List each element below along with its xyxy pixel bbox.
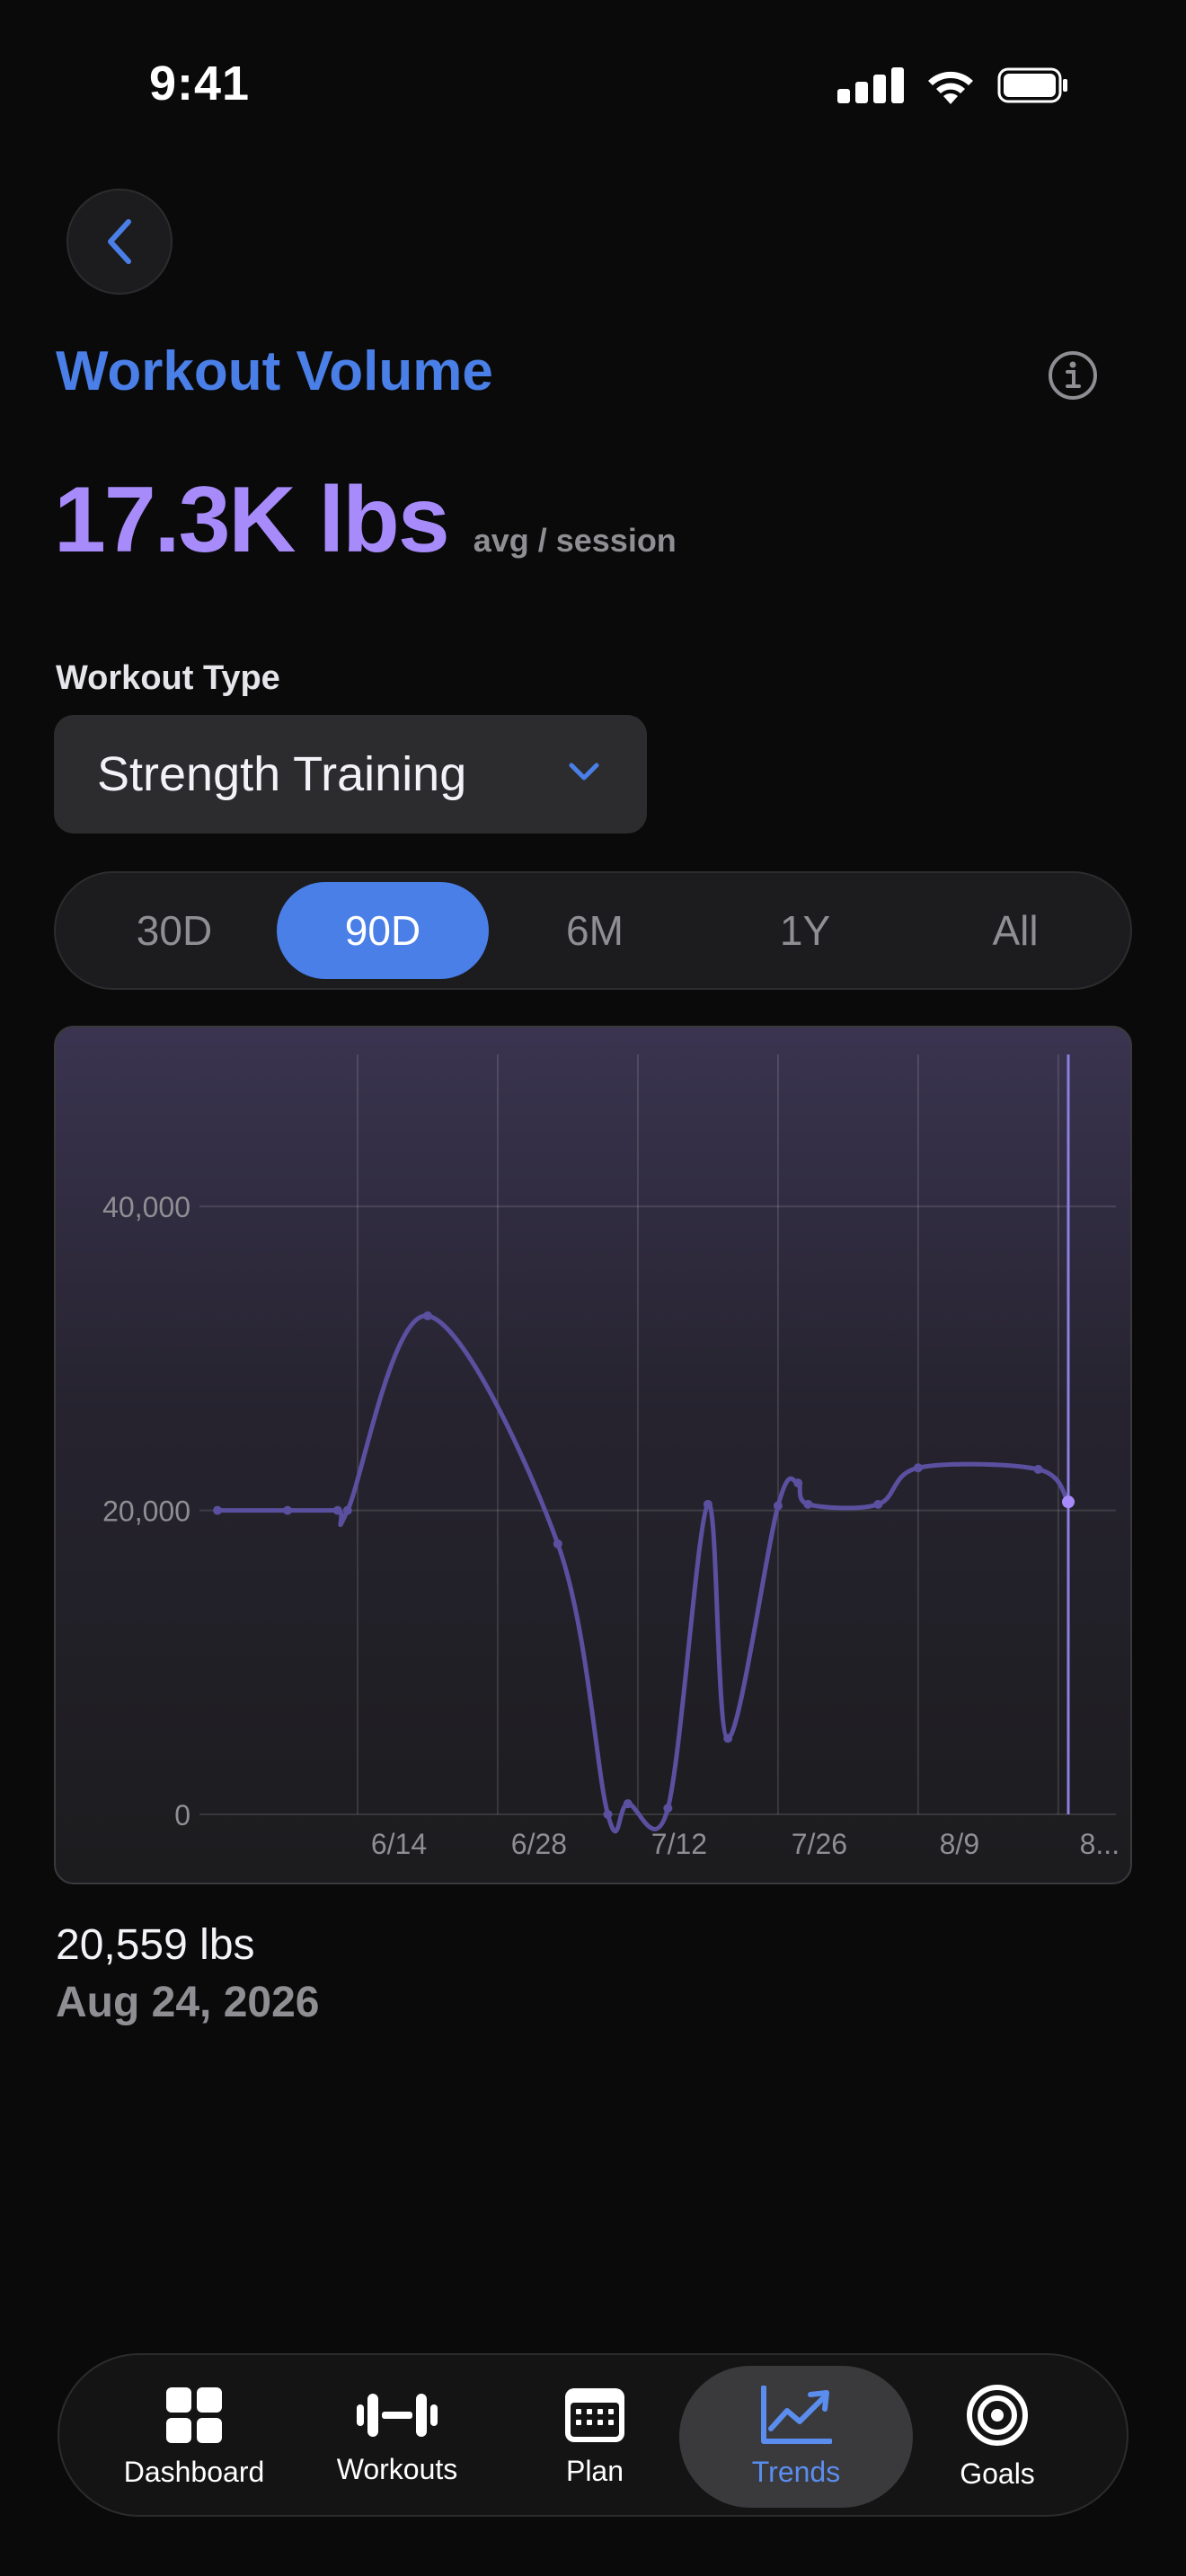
tab-plan[interactable]: Plan xyxy=(478,2366,712,2508)
workout-type-label: Workout Type xyxy=(56,659,280,697)
data-point xyxy=(793,1478,803,1488)
calendar-icon xyxy=(565,2387,624,2442)
range-all[interactable]: All xyxy=(909,882,1121,979)
x-tick-label: 8/9 xyxy=(940,1828,979,1860)
status-bar: 9:41 xyxy=(0,0,1186,171)
target-icon xyxy=(967,2384,1028,2446)
workout-type-value: Strength Training xyxy=(97,747,467,801)
range-90d[interactable]: 90D xyxy=(277,882,489,979)
data-point xyxy=(703,1499,712,1509)
data-point xyxy=(213,1505,222,1515)
data-point xyxy=(282,1505,292,1515)
trend-chart-icon xyxy=(761,2385,832,2444)
chevron-left-icon xyxy=(108,219,131,264)
tab-dashboard[interactable]: Dashboard xyxy=(77,2366,311,2508)
tab-label: Plan xyxy=(565,2454,624,2487)
data-point xyxy=(332,1505,342,1515)
range-1y[interactable]: 1Y xyxy=(699,882,911,979)
data-point xyxy=(803,1499,813,1509)
data-point xyxy=(422,1311,432,1321)
chart-svg: 0 20,000 40,000 6/14 6/28 7/12 7/26 8/9 8... xyxy=(102,1054,1120,1860)
tab-label: Trends xyxy=(751,2455,841,2488)
battery-icon xyxy=(997,67,1067,103)
data-point xyxy=(342,1505,352,1515)
range-segmented-control: 30D 90D 6M 1Y All xyxy=(54,871,1132,990)
data-point xyxy=(603,1810,613,1819)
selected-point xyxy=(1062,1495,1075,1509)
series-line xyxy=(215,1313,1071,1834)
data-point xyxy=(1033,1464,1043,1474)
x-tick-label: 6/28 xyxy=(511,1828,567,1860)
tab-label: Workouts xyxy=(336,2452,458,2485)
y-tick-label: 20,000 xyxy=(102,1495,190,1528)
tab-bar: Dashboard Workouts Plan Trends Goals xyxy=(58,2353,1128,2517)
data-point xyxy=(553,1539,562,1548)
tab-label: Goals xyxy=(960,2457,1035,2490)
data-point xyxy=(913,1463,923,1473)
metric-unit: avg / session xyxy=(473,522,677,559)
tab-trends[interactable]: Trends xyxy=(679,2366,913,2508)
y-tick-label: 40,000 xyxy=(102,1191,190,1223)
metric-value: 17.3K lbs xyxy=(54,468,450,572)
data-point xyxy=(773,1501,783,1511)
metric-summary: 17.3K lbs avg / session xyxy=(54,467,677,574)
status-icons xyxy=(837,66,1069,104)
data-point xyxy=(723,1734,733,1743)
x-tick-label: 7/12 xyxy=(651,1828,707,1860)
selected-date: Aug 24, 2026 xyxy=(56,1979,320,2026)
x-tick-label: 6/14 xyxy=(371,1828,427,1860)
data-point xyxy=(623,1799,633,1809)
range-6m[interactable]: 6M xyxy=(489,882,701,979)
selected-value: 20,559 lbs xyxy=(56,1921,255,1969)
chevron-down-icon xyxy=(569,763,599,781)
x-tick-label: 8... xyxy=(1080,1828,1120,1860)
data-point xyxy=(873,1499,883,1509)
dumbbell-icon xyxy=(357,2393,438,2437)
tab-goals[interactable]: Goals xyxy=(881,2366,1114,2508)
range-30d[interactable]: 30D xyxy=(68,882,280,979)
y-tick-label: 0 xyxy=(174,1799,190,1831)
x-tick-label: 7/26 xyxy=(792,1828,847,1860)
workout-type-dropdown[interactable]: Strength Training xyxy=(54,715,647,834)
data-point xyxy=(663,1804,673,1813)
status-time: 9:41 xyxy=(149,57,251,110)
tab-label: Dashboard xyxy=(123,2455,265,2488)
info-button[interactable] xyxy=(1046,348,1100,402)
volume-chart[interactable]: 0 20,000 40,000 6/14 6/28 7/12 7/26 8/9 8... xyxy=(54,1026,1132,1884)
wifi-icon xyxy=(928,71,973,104)
grid-icon xyxy=(166,2386,222,2443)
info-icon xyxy=(1049,351,1097,400)
page-title: Workout Volume xyxy=(56,340,493,402)
back-button[interactable] xyxy=(66,189,173,295)
cellular-signal-icon xyxy=(837,67,904,103)
